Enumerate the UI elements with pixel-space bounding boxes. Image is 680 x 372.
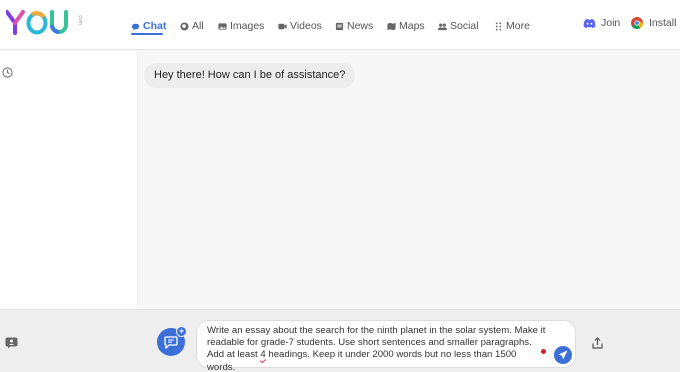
grammar-indicator-dot[interactable] [541,349,546,354]
logo-mark [6,10,68,35]
video-icon [278,23,287,29]
tab-all[interactable]: All [180,18,204,34]
assistant-message: Hey there! How can I be of assistance? [144,63,356,88]
tab-maps-label: Maps [399,20,425,32]
send-button[interactable] [554,346,572,364]
tab-maps[interactable]: Maps [387,18,425,34]
tab-videos[interactable]: Videos [278,18,322,34]
you-logo[interactable]: .com [6,10,83,36]
history-icon[interactable] [2,67,13,78]
plus-icon: + [176,326,187,337]
feedback-icon[interactable] [5,337,18,349]
message-input[interactable]: Write an essay about the search for the … [196,320,576,372]
join-discord-button[interactable]: Join [583,17,620,29]
chrome-icon [631,17,643,29]
install-label: Install [649,17,677,29]
tab-videos-label: Videos [290,20,322,32]
tab-more[interactable]: More [494,18,530,34]
top-header: .com Chat All Images Videos News Maps So… [0,0,680,50]
image-icon [218,22,227,30]
left-sidebar [0,51,138,309]
tab-more-label: More [506,20,530,32]
people-icon [438,23,447,30]
chat-icon [131,23,140,30]
map-icon [387,22,396,30]
news-icon [335,22,344,30]
send-icon [558,350,568,360]
tab-news[interactable]: News [335,18,373,34]
chat-bubble-icon [164,335,178,349]
grid-dots-icon [495,21,502,31]
tab-chat-label: Chat [143,20,167,32]
tab-images-label: Images [230,20,265,32]
install-extension-button[interactable]: Install [631,17,676,29]
tab-all-label: All [192,20,204,32]
tab-social-label: Social [450,20,479,32]
message-input-text[interactable]: Write an essay about the search for the … [207,325,547,372]
share-icon[interactable] [592,337,603,349]
discord-icon [583,18,596,28]
tab-images[interactable]: Images [218,18,264,34]
search-icon [180,21,189,31]
join-label: Join [601,17,621,29]
chat-area [139,51,680,309]
logo-suffix: .com [77,14,83,25]
tab-news-label: News [347,20,374,32]
tab-social[interactable]: Social [438,18,479,34]
tab-chat[interactable]: Chat [131,18,166,34]
active-tab-indicator [131,33,163,35]
